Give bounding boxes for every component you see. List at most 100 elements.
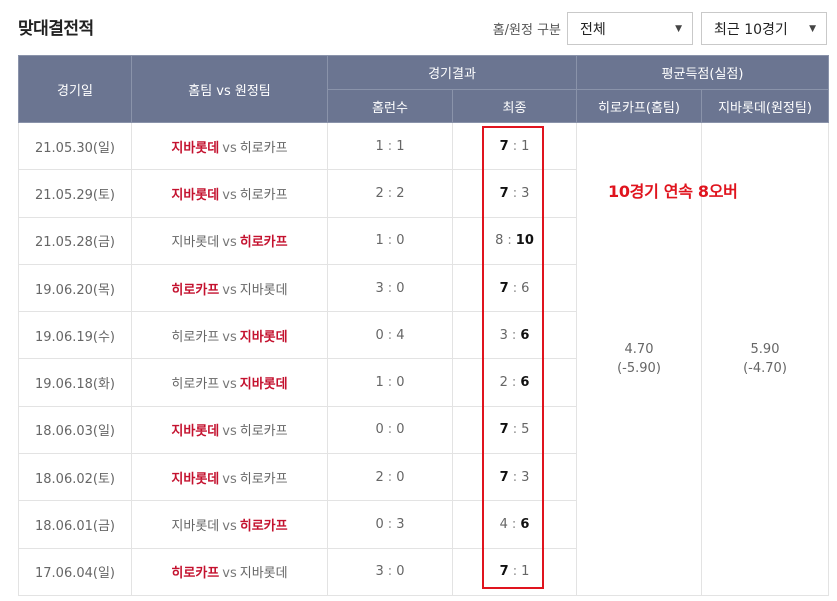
vs-label: vs — [222, 282, 237, 298]
homerun-count: 0:4 — [327, 311, 453, 360]
match-date: 18.06.02(토) — [18, 453, 132, 502]
final-score-away: 5 — [521, 422, 530, 438]
away-team: 히로카프 — [239, 235, 288, 251]
avg-value: 5.90 — [750, 341, 780, 357]
away-team: 히로카프 — [239, 471, 288, 487]
away-team: 지바롯데 — [239, 282, 288, 298]
header-result-group: 경기결과 — [327, 55, 577, 90]
vs-label: vs — [222, 424, 237, 440]
homerun-home: 0 — [375, 327, 384, 343]
page-title: 맞대결전적 — [18, 19, 94, 39]
vs-label: vs — [222, 187, 237, 203]
match-date: 19.06.18(화) — [18, 358, 132, 407]
final-score-home: 7 — [499, 185, 509, 201]
final-score-home: 2 — [499, 375, 508, 391]
score-separator: : — [511, 375, 517, 391]
final-score-away: 3 — [521, 469, 530, 485]
homerun-away: 1 — [396, 138, 405, 154]
score-separator: : — [512, 422, 518, 438]
final-score-home: 3 — [499, 327, 508, 343]
homerun-count: 1:1 — [327, 122, 453, 171]
vs-label: vs — [222, 566, 237, 582]
header-match: 홈팀 vs 원정팀 — [131, 55, 328, 123]
home-team: 지바롯데 — [171, 140, 220, 156]
match-date: 21.05.28(금) — [18, 217, 132, 265]
annotation-text: 10경기 연속 8오버 — [608, 182, 738, 201]
final-score-away: 6 — [520, 327, 530, 343]
score-separator: : — [387, 564, 393, 580]
score-separator: : — [511, 327, 517, 343]
score-separator: : — [387, 375, 393, 391]
final-score: 7:5 — [452, 406, 577, 455]
match-teams: 지바롯데 vs 히로카프 — [131, 122, 328, 171]
homerun-away: 2 — [396, 185, 405, 201]
final-score: 7:1 — [452, 548, 577, 596]
match-date: 21.05.29(토) — [18, 169, 132, 218]
homerun-count: 3:0 — [327, 264, 453, 313]
homerun-away: 0 — [396, 233, 405, 249]
final-score-home: 7 — [499, 138, 509, 154]
header-avg-away: 지바롯데(원정팀) — [701, 89, 829, 123]
homerun-home: 1 — [375, 138, 384, 154]
homerun-count: 3:0 — [327, 548, 453, 596]
homerun-away: 0 — [396, 469, 405, 485]
header-avg-group: 평균득점(실점) — [576, 55, 829, 90]
away-team: 지바롯데 — [239, 329, 288, 345]
away-team: 히로카프 — [239, 424, 288, 440]
homerun-count: 2:0 — [327, 453, 453, 502]
match-teams: 히로카프 vs 지바롯데 — [131, 548, 328, 596]
homerun-away: 0 — [396, 375, 405, 391]
final-score-home: 7 — [499, 469, 509, 485]
match-teams: 지바롯데 vs 히로카프 — [131, 500, 328, 549]
score-separator: : — [387, 233, 393, 249]
homerun-home: 2 — [375, 469, 384, 485]
final-score-home: 7 — [499, 422, 509, 438]
homerun-home: 3 — [375, 280, 384, 296]
homerun-away: 3 — [396, 517, 405, 533]
match-date: 17.06.04(일) — [18, 548, 132, 596]
final-score: 7:3 — [452, 169, 577, 218]
final-score-away: 6 — [521, 280, 530, 296]
homerun-count: 0:3 — [327, 500, 453, 549]
avg-conceded: (-4.70) — [743, 360, 787, 376]
homerun-count: 0:0 — [327, 406, 453, 455]
homerun-home: 1 — [375, 375, 384, 391]
score-separator: : — [387, 422, 393, 438]
final-score-away: 1 — [521, 564, 530, 580]
table-row: 21.05.30(일) 지바롯데 vs 히로카프 1:1 7:1 4.70 (-5.90) 5.… — [18, 122, 829, 596]
vs-label: vs — [222, 329, 237, 345]
score-separator: : — [387, 185, 393, 201]
final-score-home: 4 — [499, 517, 508, 533]
away-team: 히로카프 — [239, 187, 288, 203]
vs-label: vs — [222, 471, 237, 487]
final-score: 3:6 — [452, 311, 577, 360]
match-teams: 히로카프 vs 지바롯데 — [131, 358, 328, 407]
match-date: 18.06.01(금) — [18, 500, 132, 549]
match-date: 19.06.20(목) — [18, 264, 132, 313]
match-date: 18.06.03(일) — [18, 406, 132, 455]
home-team: 히로카프 — [171, 377, 220, 393]
home-team: 지바롯데 — [171, 235, 220, 251]
homerun-home: 1 — [375, 233, 384, 249]
home-team: 히로카프 — [171, 566, 220, 582]
vs-label: vs — [222, 235, 237, 251]
score-separator: : — [387, 138, 393, 154]
recent-games-select[interactable]: 최근 10경기 ▼ — [701, 12, 827, 45]
final-score-away: 6 — [520, 517, 530, 533]
match-teams: 지바롯데 vs 히로카프 — [131, 406, 328, 455]
homerun-home: 0 — [375, 517, 384, 533]
home-team: 지바롯데 — [171, 519, 220, 535]
home-away-select-value: 전체 — [580, 21, 606, 38]
homerun-count: 1:0 — [327, 217, 453, 265]
score-separator: : — [512, 469, 518, 485]
caret-down-icon: ▼ — [675, 23, 682, 34]
homerun-away: 0 — [396, 422, 405, 438]
homerun-away: 0 — [396, 564, 405, 580]
final-score: 8:10 — [452, 217, 577, 265]
home-away-select[interactable]: 전체 ▼ — [567, 12, 693, 45]
final-score-home: 8 — [495, 233, 504, 249]
final-score: 7:6 — [452, 264, 577, 313]
home-team: 지바롯데 — [171, 471, 220, 487]
recent-games-select-value: 최근 10경기 — [714, 21, 788, 38]
score-separator: : — [511, 517, 517, 533]
